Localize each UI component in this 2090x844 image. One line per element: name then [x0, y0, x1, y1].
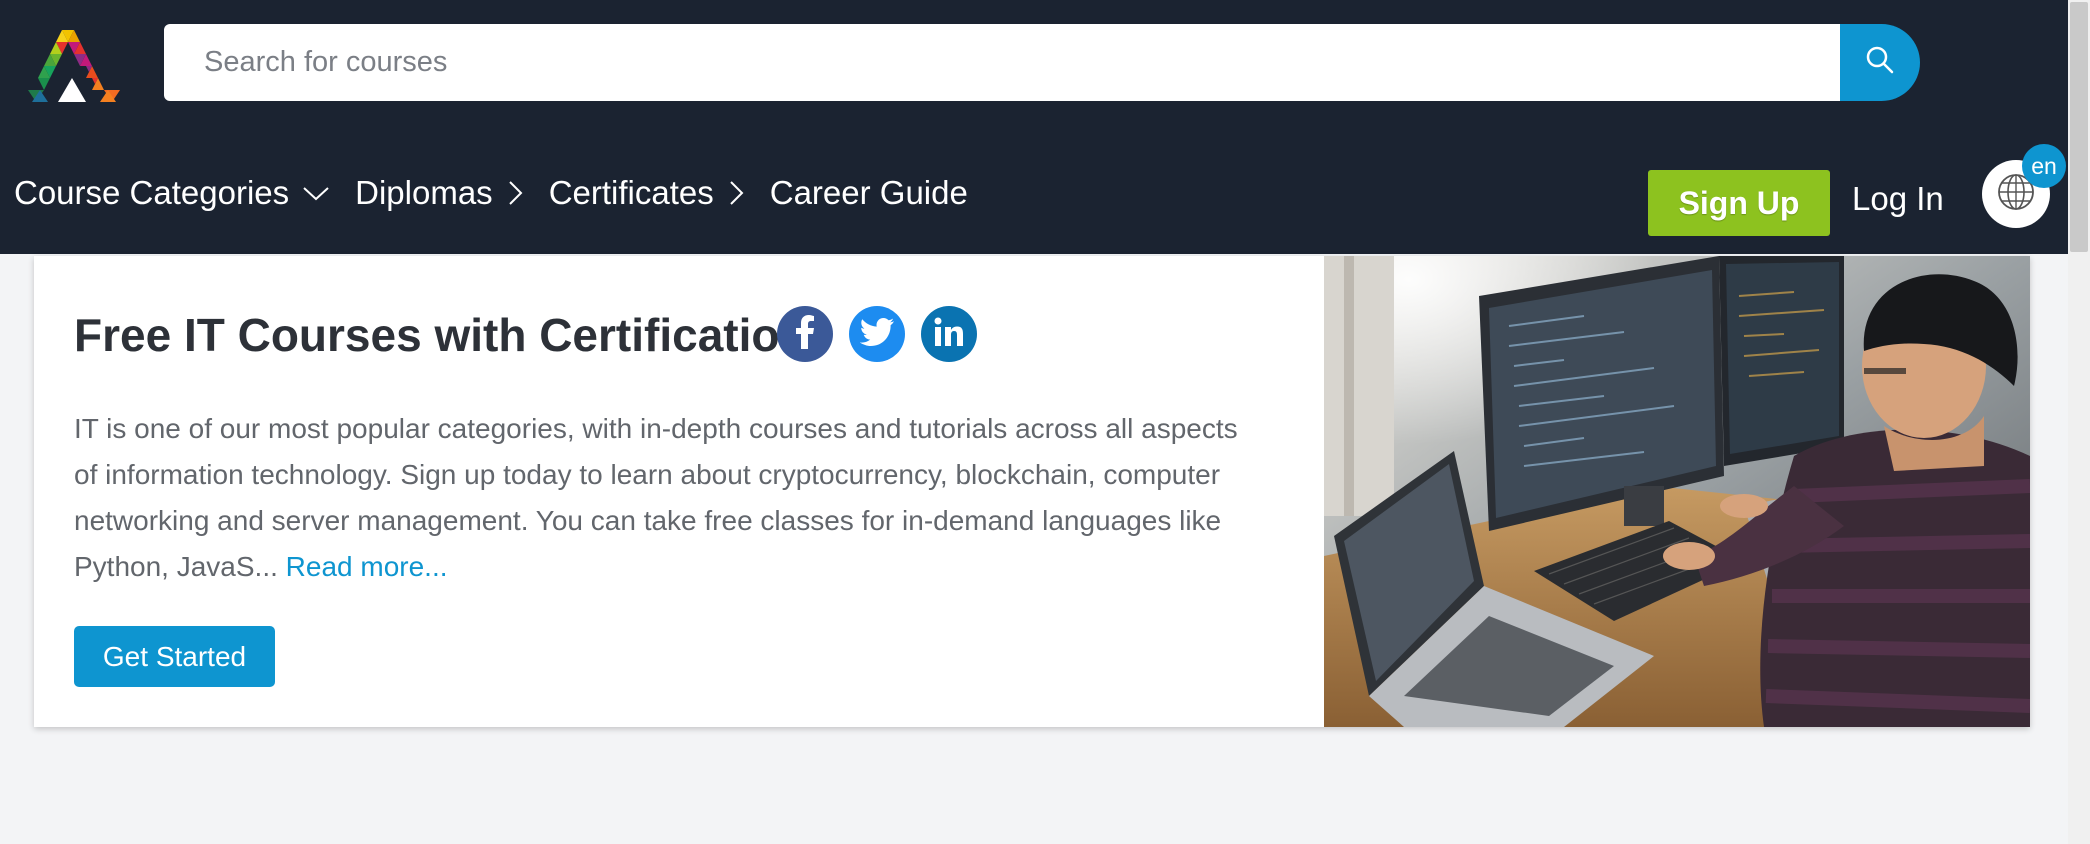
nav-certificates[interactable]: Certificates — [549, 174, 746, 212]
log-in-link[interactable]: Log In — [1852, 180, 1944, 218]
nav-career-guide[interactable]: Career Guide — [770, 174, 968, 212]
nav-diplomas[interactable]: Diplomas — [355, 174, 525, 212]
nav-label: Course Categories — [14, 174, 290, 211]
nav-label: Career Guide — [769, 174, 968, 211]
nav-label: Certificates — [548, 174, 714, 211]
facebook-share-button[interactable] — [777, 306, 833, 362]
search-bar — [164, 24, 1842, 101]
sign-up-button[interactable]: Sign Up — [1648, 170, 1830, 236]
site-header: Course Categories Diplomas Certificates … — [0, 0, 2068, 254]
page-title: Free IT Courses with Certification — [74, 309, 808, 361]
get-started-button[interactable]: Get Started — [74, 626, 275, 687]
description-text: IT is one of our most popular categories… — [74, 413, 1238, 582]
language-badge[interactable]: en — [2022, 144, 2066, 188]
twitter-share-button[interactable] — [849, 306, 905, 362]
chevron-down-icon — [301, 183, 331, 203]
hero-description: IT is one of our most popular categories… — [74, 406, 1254, 590]
linkedin-icon — [934, 317, 964, 352]
search-input[interactable] — [164, 24, 1842, 101]
twitter-icon — [859, 317, 894, 351]
chevron-right-icon — [505, 178, 525, 208]
facebook-icon — [793, 314, 817, 354]
scrollbar-thumb[interactable] — [2070, 2, 2088, 252]
site-logo[interactable] — [22, 30, 126, 102]
read-more-link[interactable]: Read more... — [286, 551, 448, 582]
search-button[interactable] — [1840, 24, 1920, 101]
main-nav: Course Categories Diplomas Certificates … — [14, 172, 992, 214]
hero-card: Free IT Courses with Certification IT is… — [34, 256, 2030, 727]
search-icon — [1865, 45, 1895, 80]
hero-image — [1324, 256, 2030, 727]
chevron-right-icon — [726, 178, 746, 208]
nav-label: Diplomas — [355, 174, 493, 211]
linkedin-share-button[interactable] — [921, 306, 977, 362]
nav-course-categories[interactable]: Course Categories — [14, 174, 331, 212]
